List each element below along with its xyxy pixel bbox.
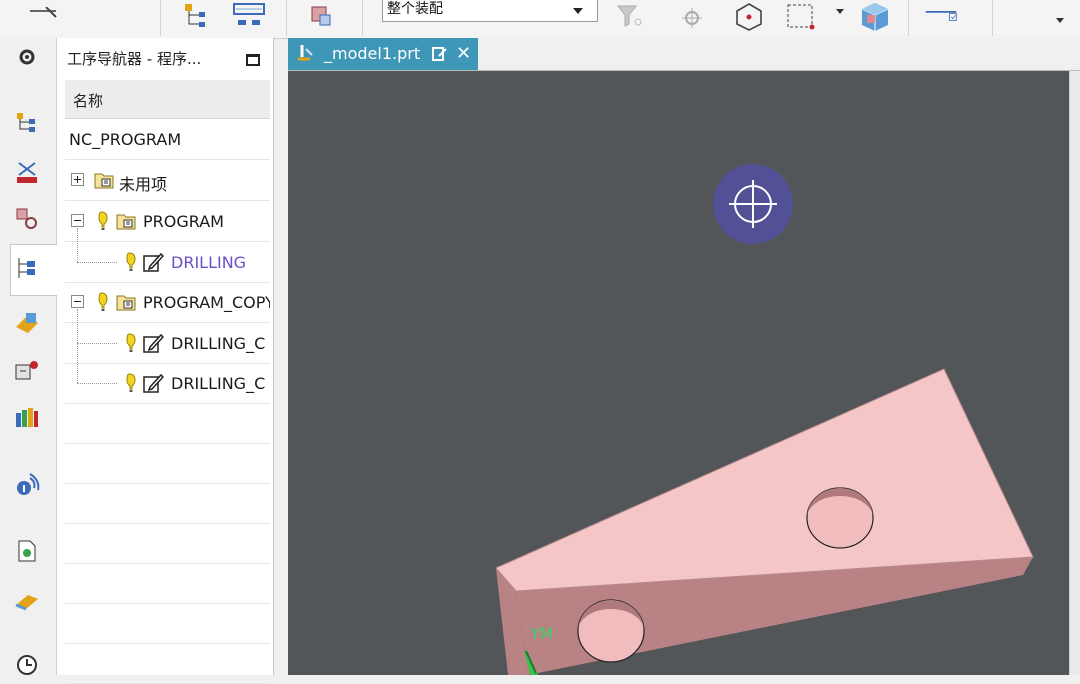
program-view-icon[interactable] bbox=[10, 106, 44, 140]
info-broadcast-icon[interactable] bbox=[10, 468, 44, 502]
system-materials-icon[interactable] bbox=[10, 584, 44, 618]
edit-operation-icon bbox=[143, 373, 164, 393]
expand-icon[interactable] bbox=[71, 173, 84, 186]
triad-label: YM bbox=[529, 624, 554, 643]
clock-icon[interactable] bbox=[10, 648, 44, 682]
status-ok-icon bbox=[98, 211, 108, 230]
modified-edit-icon bbox=[432, 47, 447, 61]
viewport-scrollbar[interactable] bbox=[1069, 71, 1080, 675]
tree-row-label: NC_PROGRAM bbox=[69, 130, 182, 149]
tree-row-nc-program[interactable]: NC_PROGRAM bbox=[65, 119, 270, 160]
chevron-down-icon[interactable] bbox=[1056, 18, 1064, 23]
tree-row-empty bbox=[65, 603, 270, 644]
filter-funnel-icon[interactable] bbox=[612, 0, 646, 34]
tab-model1-prt[interactable]: _model1.prt ✕ bbox=[288, 38, 478, 70]
tree-row-empty bbox=[65, 523, 270, 564]
geometry-navigator-icon[interactable] bbox=[10, 202, 44, 236]
tree-row-label: PROGRAM_COPY bbox=[143, 293, 270, 312]
tree-row-label: PROGRAM bbox=[143, 212, 224, 231]
collapse-icon[interactable] bbox=[71, 214, 84, 227]
program-group-icon bbox=[116, 295, 136, 311]
selection-scope-dropdown[interactable]: 整个装配 bbox=[382, 0, 598, 22]
column-header-name[interactable]: 名称 bbox=[65, 80, 270, 119]
tree-row-program-copy[interactable]: PROGRAM_COPY bbox=[65, 282, 270, 323]
program-group-icon bbox=[94, 173, 114, 189]
tree-row-empty bbox=[65, 643, 270, 684]
history-file-icon[interactable] bbox=[10, 534, 44, 568]
part-file-icon bbox=[298, 45, 313, 61]
layer-settings-icon[interactable] bbox=[924, 0, 958, 34]
program-group-icon bbox=[116, 214, 136, 230]
program-order-view-icon[interactable] bbox=[180, 0, 214, 34]
tree-row-label: DRILLING_C bbox=[171, 374, 266, 393]
graphics-viewport[interactable]: YM bbox=[288, 71, 1070, 675]
edit-operation-icon bbox=[143, 333, 164, 353]
tree-row-drilling-copy-2[interactable]: DRILLING_C bbox=[65, 363, 270, 404]
tree-row-empty bbox=[65, 483, 270, 524]
method-view-icon[interactable] bbox=[10, 156, 44, 190]
navigator-title: 工序导航器 - 程序... bbox=[67, 50, 202, 68]
chevron-down-icon bbox=[573, 8, 583, 14]
machine-tool-view-icon[interactable] bbox=[232, 0, 266, 34]
snap-tool-icon[interactable] bbox=[26, 0, 60, 34]
tab-label: _model1.prt bbox=[324, 44, 421, 63]
tree-row-empty bbox=[65, 443, 270, 484]
hexagon-snap-icon[interactable] bbox=[732, 0, 766, 34]
tree-row-label: DRILLING_C bbox=[171, 334, 266, 353]
main-toolbar: 整个装配 bbox=[0, 0, 1080, 39]
tree-row-unused-items[interactable]: 未用项 bbox=[65, 160, 270, 201]
status-ok-icon bbox=[98, 292, 108, 311]
view-cube-icon[interactable] bbox=[858, 0, 892, 34]
part-model[interactable] bbox=[495, 368, 1034, 675]
roles-icon[interactable] bbox=[10, 400, 44, 434]
gear-icon[interactable] bbox=[10, 40, 44, 74]
close-icon[interactable]: ✕ bbox=[456, 43, 471, 64]
tree-row-drilling-copy[interactable]: DRILLING_C bbox=[65, 309, 270, 383]
column-header-label: 名称 bbox=[73, 92, 104, 110]
geometry-view-icon[interactable] bbox=[304, 0, 338, 34]
tree-row-empty bbox=[65, 563, 270, 604]
snap-point-icon[interactable] bbox=[672, 0, 706, 34]
machine-navigator-icon[interactable] bbox=[10, 306, 44, 340]
tree-row-program[interactable]: PROGRAM bbox=[65, 201, 270, 242]
status-ok-icon bbox=[126, 333, 136, 352]
operation-navigator-panel: 工序导航器 - 程序... 名称 NC_PROGRAM 未用项 PROGRAM … bbox=[57, 38, 274, 684]
tree-row-empty bbox=[65, 403, 270, 444]
tool-library-icon[interactable] bbox=[10, 354, 44, 388]
edit-operation-icon bbox=[143, 252, 164, 272]
resource-bar bbox=[0, 38, 57, 675]
operation-navigator-icon[interactable] bbox=[10, 252, 44, 286]
document-tab-strip: _model1.prt ✕ bbox=[288, 38, 1080, 71]
tree-row-label: DRILLING bbox=[171, 253, 247, 272]
status-ok-icon bbox=[126, 373, 136, 392]
tree-row-drilling[interactable]: DRILLING bbox=[65, 228, 270, 283]
box-select-icon[interactable] bbox=[784, 0, 818, 34]
chevron-down-icon[interactable] bbox=[836, 9, 844, 14]
cursor-crosshair bbox=[713, 164, 793, 244]
tree-row-label: 未用项 bbox=[119, 175, 168, 194]
selection-scope-value: 整个装配 bbox=[387, 1, 443, 17]
maximize-icon[interactable] bbox=[246, 54, 260, 66]
status-ok-icon bbox=[126, 252, 136, 271]
part-top-face bbox=[495, 368, 1034, 592]
collapse-icon[interactable] bbox=[71, 295, 84, 308]
